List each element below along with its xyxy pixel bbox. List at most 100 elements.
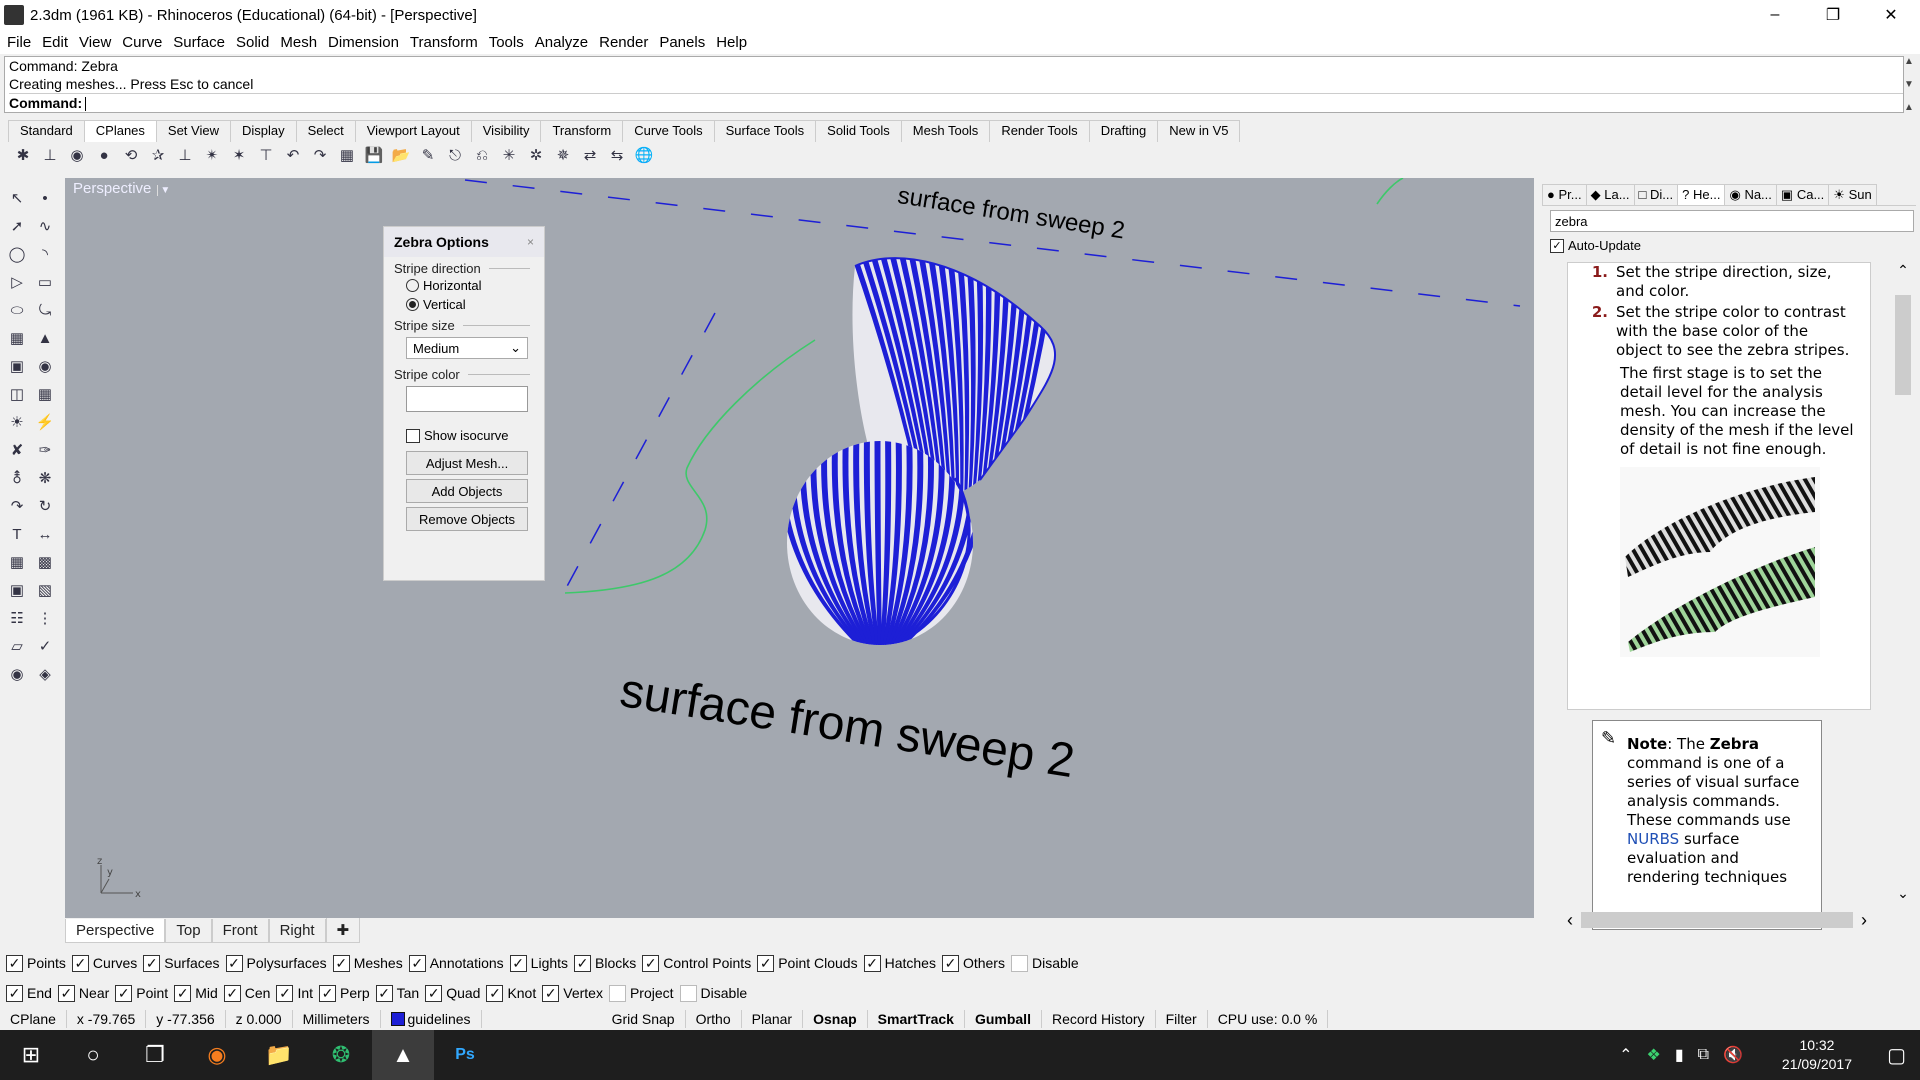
filter-point-clouds-checkbox[interactable]: ✓ Point Clouds	[757, 954, 858, 972]
solid-box-icon[interactable]: ▣	[4, 578, 30, 602]
add-viewport-tab-icon[interactable]: ✚	[325, 918, 361, 943]
split-icon[interactable]: ✑	[32, 438, 58, 462]
rectangle-icon[interactable]: ▭	[32, 270, 58, 294]
cplane-elevation-icon[interactable]: ⊥	[172, 144, 198, 166]
undo-cplane-icon[interactable]: ↶	[280, 144, 306, 166]
auto-update-checkbox[interactable]: ✓ Auto-Update	[1550, 238, 1916, 253]
explode-icon[interactable]: ❋	[32, 466, 58, 490]
lightning-icon[interactable]: ⚡	[32, 410, 58, 434]
array-grid-icon[interactable]: ☷	[4, 606, 30, 630]
menu-dimension[interactable]: Dimension	[328, 34, 399, 51]
close-button[interactable]: ✕	[1862, 0, 1920, 30]
osnap-project-checkbox[interactable]: Project	[608, 984, 674, 1002]
perspective-viewport[interactable]: Perspective ▼ surface from sweep 2 surfac…	[65, 178, 1534, 918]
osnap-end-checkbox[interactable]: ✓ End	[6, 984, 52, 1002]
menu-help[interactable]: Help	[716, 34, 747, 51]
checkbox-box[interactable]: ✓	[863, 954, 881, 972]
checkbox-box[interactable]: ✓	[6, 954, 23, 972]
layout-icon[interactable]: ▧	[32, 578, 58, 602]
cplane-top-icon[interactable]: ⎋	[442, 144, 468, 166]
filter-points-checkbox[interactable]: ✓ Points	[6, 954, 66, 972]
osnap-perp-checkbox[interactable]: ✓ Perp	[319, 984, 370, 1002]
checkbox-box[interactable]: ✓	[225, 954, 243, 972]
grid-snap-toggle[interactable]: Grid Snap	[602, 1010, 686, 1028]
cplane-bottom-icon[interactable]: ⇆	[604, 144, 630, 166]
grid-icon[interactable]: ▦	[334, 144, 360, 166]
help-vertical-scrollbar[interactable]: ⌃ ⌄	[1892, 262, 1914, 902]
mesh-icon[interactable]: ▦	[32, 382, 58, 406]
select-arrow-icon[interactable]: ↖	[4, 186, 30, 210]
redo-cplane-icon[interactable]: ↷	[307, 144, 333, 166]
checkbox-box[interactable]	[679, 984, 697, 1002]
filter-blocks-checkbox[interactable]: ✓ Blocks	[574, 954, 636, 972]
box-icon[interactable]: ▣	[4, 354, 30, 378]
tab-transform[interactable]: Transform	[540, 120, 624, 142]
filter-control-points-checkbox[interactable]: ✓ Control Points	[642, 954, 751, 972]
join-icon[interactable]: ⚨	[4, 466, 30, 490]
tab-named-views[interactable]: ◉ Na...	[1724, 184, 1777, 205]
tab-render-tools[interactable]: Render Tools	[989, 120, 1090, 142]
checkbox-box[interactable]: ✓	[115, 984, 133, 1002]
viewport-menu-arrow-icon[interactable]: ▼	[157, 185, 170, 196]
dimension-icon[interactable]: ↔	[32, 522, 58, 546]
osnap-vertex-checkbox[interactable]: ✓ Vertex	[542, 984, 603, 1002]
checkbox-box[interactable]: ✓	[223, 984, 241, 1002]
scroll-down-icon[interactable]: ⌄	[1897, 885, 1909, 902]
menu-curve[interactable]: Curve	[122, 34, 162, 51]
tab-surface-tools[interactable]: Surface Tools	[713, 120, 817, 142]
checkbox-box[interactable]: ✓	[542, 984, 560, 1002]
filter-curves-checkbox[interactable]: ✓ Curves	[71, 954, 137, 972]
circle-icon[interactable]: ◯	[4, 242, 30, 266]
osnap-disable-checkbox[interactable]: Disable	[679, 984, 747, 1002]
windows-start-icon[interactable]: ⊞	[0, 1030, 62, 1080]
cplane-rotate-icon[interactable]: ⟲	[118, 144, 144, 166]
cplane-zaxis-icon[interactable]: ✰	[145, 144, 171, 166]
checkbox-box[interactable]: ✓	[642, 954, 660, 972]
ortho-toggle[interactable]: Ortho	[686, 1010, 742, 1028]
zebra-options-header[interactable]: Zebra Options ×	[384, 227, 544, 257]
record-history-toggle[interactable]: Record History	[1042, 1010, 1156, 1028]
surface-corner-icon[interactable]: ▦	[4, 326, 30, 350]
menu-surface[interactable]: Surface	[173, 34, 225, 51]
dropbox-icon[interactable]: ❖	[1646, 1045, 1660, 1065]
menu-tools[interactable]: Tools	[489, 34, 524, 51]
ellipse-icon[interactable]: ⬭	[4, 298, 30, 322]
tab-mesh-tools[interactable]: Mesh Tools	[900, 120, 991, 142]
horizontal-radio[interactable]: Horizontal	[384, 276, 544, 295]
units-status[interactable]: Millimeters	[293, 1010, 381, 1028]
cplane-view-icon[interactable]: ⊤	[253, 144, 279, 166]
tab-display[interactable]: Display	[229, 120, 297, 142]
menu-file[interactable]: File	[7, 34, 31, 51]
radio-indicator[interactable]	[406, 279, 419, 292]
stripe-color-swatch[interactable]	[406, 386, 528, 412]
menu-mesh[interactable]: Mesh	[280, 34, 317, 51]
cplane-3point-icon[interactable]: ◉	[64, 144, 90, 166]
tab-layers[interactable]: ◆ La...	[1585, 184, 1635, 205]
check-icon[interactable]: ✓	[32, 634, 58, 658]
tab-curve-tools[interactable]: Curve Tools	[622, 120, 715, 142]
cplane-arrows-icon[interactable]: ⇄	[577, 144, 603, 166]
wifi-icon[interactable]: ⧉	[1698, 1046, 1709, 1064]
filter-meshes-checkbox[interactable]: ✓ Meshes	[332, 954, 403, 972]
checkbox-box[interactable]: ✓	[574, 954, 592, 972]
rotate-icon[interactable]: ↻	[32, 494, 58, 518]
command-input[interactable]: Command:	[9, 93, 1903, 112]
properties-icon[interactable]: ⋮	[32, 606, 58, 630]
group-icon[interactable]: ▦	[4, 550, 30, 574]
save-cplane-icon[interactable]: 💾	[361, 144, 387, 166]
tab-cameras[interactable]: ▣ Ca...	[1775, 184, 1830, 205]
arc-icon[interactable]: ◝	[32, 242, 58, 266]
polyline-icon[interactable]: ➚	[4, 214, 30, 238]
close-icon[interactable]: ×	[527, 235, 534, 249]
tab-set-view[interactable]: Set View	[155, 120, 231, 142]
filter-polysurfaces-checkbox[interactable]: ✓ Polysurfaces	[225, 954, 327, 972]
cplane-back-icon[interactable]: ✲	[523, 144, 549, 166]
world-cplane-icon[interactable]: 🌐	[631, 144, 657, 166]
checkbox-box[interactable]: ✓	[941, 954, 959, 972]
cplane-surface-icon[interactable]: ✶	[226, 144, 252, 166]
add-objects-button[interactable]: Add Objects	[406, 479, 528, 503]
volume-muted-icon[interactable]: 🔇	[1723, 1045, 1743, 1065]
menu-transform[interactable]: Transform	[410, 34, 478, 51]
command-scrollbar[interactable]: ▲ ▼ ▲	[1902, 56, 1916, 113]
osnap-knot-checkbox[interactable]: ✓ Knot	[486, 984, 536, 1002]
